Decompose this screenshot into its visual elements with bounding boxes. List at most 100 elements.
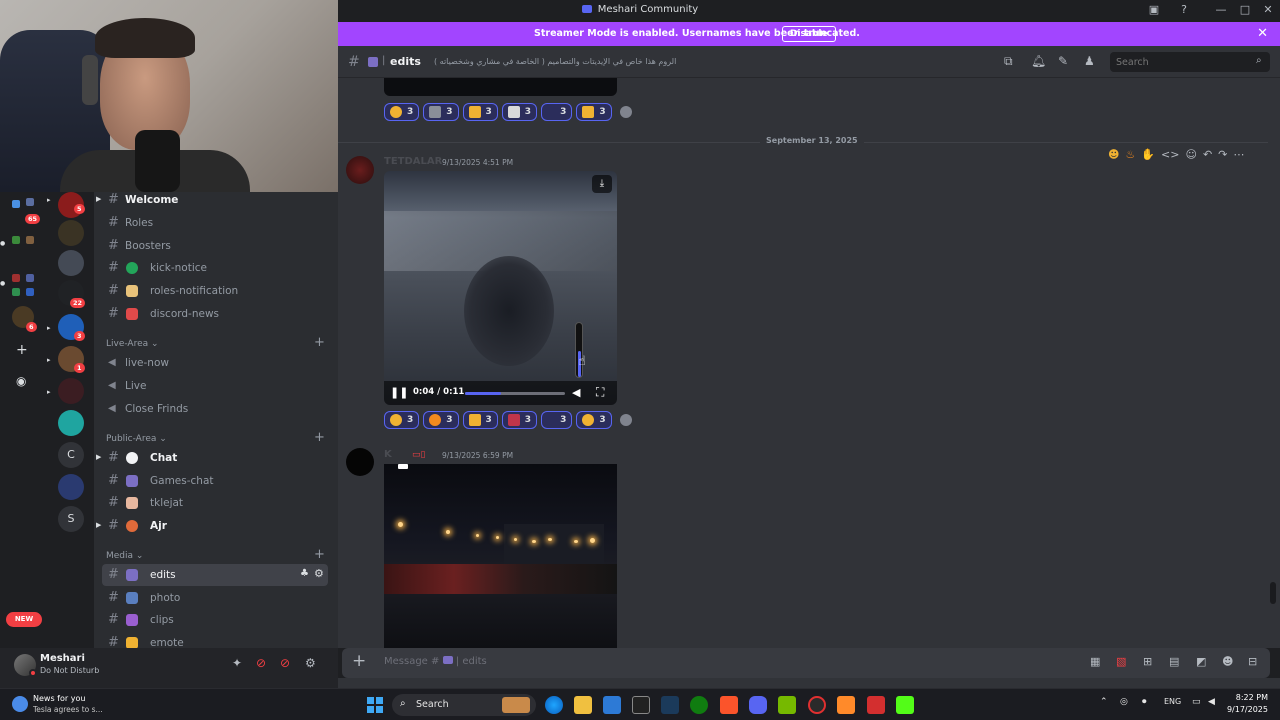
server-icon[interactable] [58, 474, 84, 500]
invite-icon[interactable]: ♣ [300, 568, 309, 579]
avatar[interactable] [346, 448, 374, 476]
pin-icon[interactable]: ✎ [1058, 54, 1068, 68]
server-letter[interactable]: S [58, 506, 84, 532]
folder-server-icon[interactable] [26, 236, 34, 244]
app-icon[interactable] [867, 696, 885, 714]
channel-settings-icon[interactable]: ⚙ [314, 567, 324, 580]
channel-edits[interactable]: # edits ♣ ⚙ [102, 564, 328, 586]
maximize-button[interactable]: □ [1237, 3, 1253, 16]
channel-ajr[interactable]: ▶ # Ajr [96, 515, 328, 537]
channel-chat[interactable]: ▶ # Chat [96, 447, 328, 469]
channel-boosters[interactable]: # Boosters [102, 235, 328, 257]
terminal-icon[interactable] [632, 696, 650, 714]
voice-channel-live-now[interactable]: ◀ live-now [102, 352, 328, 374]
help-icon[interactable]: ? [1176, 3, 1192, 16]
folder-server-icon[interactable] [12, 200, 20, 208]
taskbar-search[interactable]: ⌕ Search [392, 694, 536, 716]
discover-icon[interactable]: ◉ [16, 374, 26, 388]
activities-icon[interactable]: ▧ [1116, 655, 1126, 668]
channel-discord-news[interactable]: # discord-news [102, 303, 328, 325]
banner-close-icon[interactable]: ✕ [1257, 26, 1268, 41]
category-media[interactable]: Media ⌄ [106, 551, 143, 561]
gift-icon[interactable]: ⊞ [1143, 655, 1152, 668]
tray-overflow-icon[interactable]: ⌃ [1100, 697, 1108, 707]
clock-date[interactable]: 9/17/2025 [1222, 705, 1268, 714]
apps-icon[interactable]: ⊟ [1248, 655, 1257, 668]
server-icon[interactable] [58, 378, 84, 404]
folder-server-icon[interactable] [26, 198, 34, 206]
obs-icon[interactable] [808, 696, 826, 714]
news-title[interactable]: News for you [33, 694, 85, 703]
threads-icon[interactable]: ⧉ [1004, 54, 1013, 69]
xbox-icon[interactable] [690, 696, 708, 714]
volume-slider[interactable] [575, 322, 583, 378]
notification-bell-icon[interactable]: 🔔︎ [1031, 54, 1046, 68]
volume-tray-icon[interactable]: ◀ [1208, 697, 1215, 707]
channel-welcome[interactable]: ▶ # Welcome [96, 192, 328, 211]
minimize-button[interactable]: — [1213, 3, 1229, 16]
deafened-icon[interactable]: ⊘ [280, 656, 290, 670]
folder-server-icon[interactable] [12, 274, 20, 282]
reaction[interactable]: 3 [462, 411, 498, 429]
channel-emote[interactable]: # emote [102, 632, 328, 648]
disable-streamer-mode-button[interactable]: Disable [782, 26, 836, 42]
avatar[interactable] [346, 156, 374, 184]
reaction[interactable]: 3 [423, 411, 459, 429]
create-channel-icon[interactable]: + [314, 335, 325, 350]
pause-icon[interactable]: ❚❚ [390, 386, 408, 399]
server-letter[interactable]: C [58, 442, 84, 468]
reaction[interactable]: 3 [423, 103, 459, 121]
new-unreads-badge[interactable]: NEW [6, 612, 42, 627]
category-live-area[interactable]: Live-Area ⌄ [106, 339, 159, 349]
server-icon[interactable] [58, 220, 84, 246]
folder-server-icon[interactable] [26, 274, 34, 282]
reply-icon[interactable]: ↶ [1203, 148, 1212, 161]
scrollbar-thumb[interactable] [1270, 582, 1276, 604]
volume-icon[interactable]: ◀ [572, 386, 580, 399]
folder-server-icon[interactable] [12, 236, 20, 244]
channel-topic[interactable]: الروم هذا خاص في الإيديتات والتصاميم ( ا… [434, 57, 676, 66]
news-widget-icon[interactable] [12, 696, 28, 712]
language-indicator[interactable]: ENG [1164, 697, 1181, 706]
user-settings-icon[interactable]: ⚙ [305, 656, 316, 670]
nvidia-icon[interactable] [778, 696, 796, 714]
inbox-icon[interactable]: ▣ [1146, 3, 1162, 16]
emoji-reaction-icon[interactable]: ☻ [1108, 148, 1119, 161]
edge-icon[interactable] [545, 696, 563, 714]
folder-server-icon[interactable] [12, 288, 20, 296]
reaction-icon[interactable]: ✋ [1141, 148, 1155, 161]
message-input-placeholder[interactable]: Message # | edits [384, 656, 487, 667]
more-options-icon[interactable]: ⋯ [1233, 148, 1244, 161]
sticker-icon[interactable]: ◩ [1196, 655, 1206, 668]
folder-server-icon[interactable] [26, 288, 34, 296]
code-icon[interactable]: <> [1161, 148, 1179, 161]
gif-icon[interactable]: ▤ [1169, 655, 1179, 668]
message-author[interactable]: K [384, 449, 392, 460]
add-reaction-icon[interactable] [619, 414, 632, 426]
reaction[interactable]: 3 [541, 411, 573, 429]
add-reaction-icon[interactable]: ☺ [1185, 148, 1196, 161]
reaction[interactable]: 3 [462, 103, 498, 121]
video-progress-track[interactable] [465, 392, 565, 395]
username[interactable]: Meshari [40, 653, 85, 664]
fullscreen-icon[interactable]: ⛶ [596, 385, 604, 400]
reaction[interactable]: 3 [384, 103, 420, 121]
member-list-icon[interactable]: ♟ [1084, 54, 1095, 68]
channel-roles-notification[interactable]: # roles-notification [102, 280, 328, 302]
channel-clips[interactable]: # clips [102, 609, 328, 631]
add-server-icon[interactable]: + [16, 342, 28, 358]
reaction[interactable]: 3 [541, 103, 573, 121]
channel-roles[interactable]: # Roles [102, 212, 328, 234]
message-author[interactable]: TETDALAR [384, 156, 442, 167]
add-reaction-icon[interactable] [619, 106, 632, 118]
app-icon[interactable] [837, 696, 855, 714]
microphone-icon[interactable]: ⏺ [1142, 697, 1147, 707]
emoji-picker-icon[interactable]: ☻ [1222, 655, 1233, 668]
display-icon[interactable]: ▭ [1192, 697, 1201, 707]
image-attachment[interactable] [384, 464, 617, 648]
channel-games-chat[interactable]: # Games-chat [102, 470, 328, 492]
message-composer[interactable]: + Message # | edits ▦ ▧ ⊞ ▤ ◩ ☻ ⊟ [342, 648, 1270, 678]
download-icon[interactable]: ⤓ [592, 175, 612, 193]
brave-icon[interactable] [720, 696, 738, 714]
close-window-button[interactable]: ✕ [1260, 3, 1276, 16]
